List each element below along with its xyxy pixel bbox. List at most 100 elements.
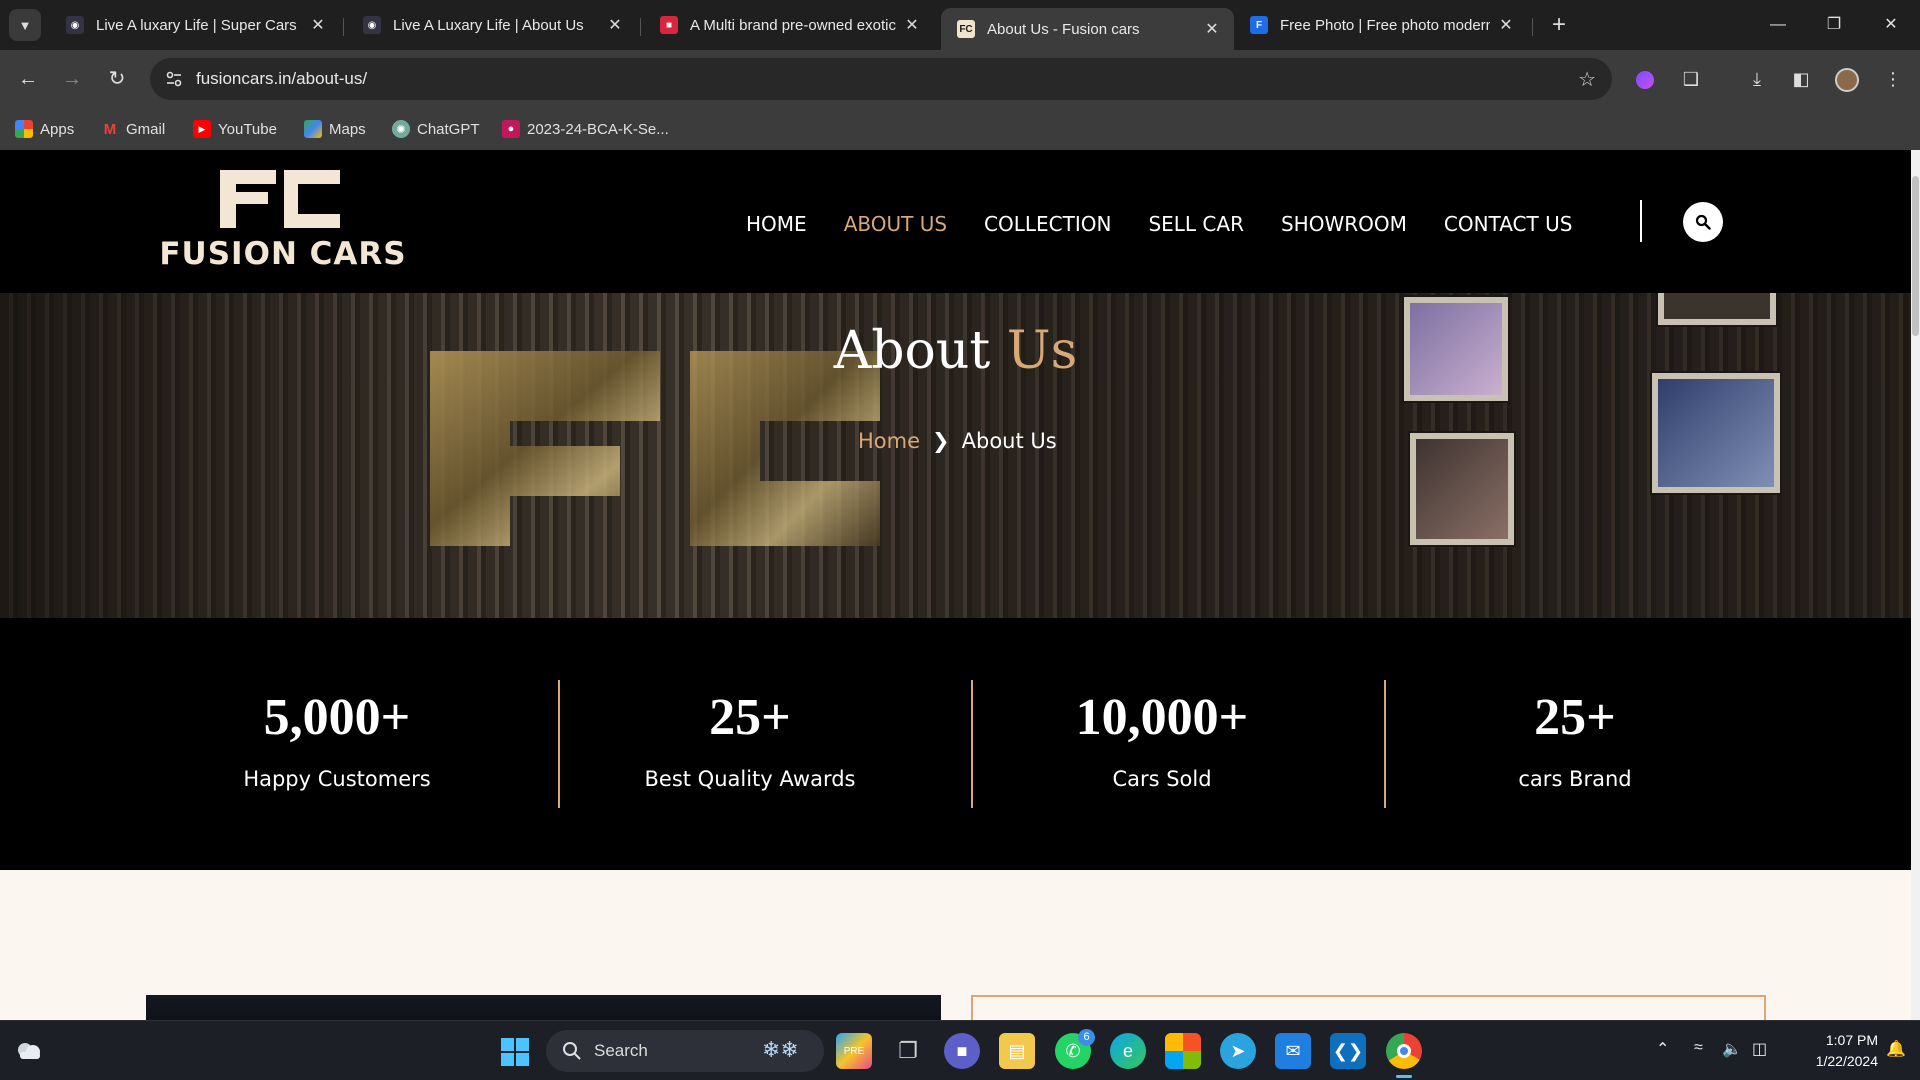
nav-sell-car[interactable]: SELL CAR	[1148, 212, 1244, 236]
bookmark-apps[interactable]: Apps	[15, 116, 74, 142]
browser-tab-bar: ▼ ◉ Live A luxary Life | Super Cars ✕ ◉ …	[0, 0, 1920, 50]
telegram-icon[interactable]: ➤	[1220, 1033, 1256, 1069]
battery-icon[interactable]: ◫	[1752, 1039, 1767, 1059]
nav-about-us[interactable]: ABOUT US	[844, 212, 947, 236]
address-bar[interactable]: fusioncars.in/about-us/ ☆	[150, 58, 1612, 100]
fc-icon: FC	[957, 20, 975, 38]
url-text: fusioncars.in/about-us/	[196, 69, 368, 88]
nav-contact-us[interactable]: CONTACT US	[1444, 212, 1573, 236]
restore-icon[interactable]: ❐	[1820, 12, 1848, 38]
main-navigation: HOME ABOUT US COLLECTION SELL CAR SHOWRO…	[746, 212, 1609, 236]
copilot-icon[interactable]: PRE	[836, 1033, 872, 1069]
tab-3[interactable]: ■ A Multi brand pre-owned exotic ✕	[644, 8, 934, 42]
search-highlight-icon: ❄❄	[762, 1037, 799, 1062]
weather-cloud-icon[interactable]	[14, 1038, 44, 1062]
back-icon[interactable]: ←	[14, 65, 42, 93]
bookmark-chatgpt[interactable]: ✺ ChatGPT	[392, 116, 480, 142]
search-icon	[563, 1042, 581, 1060]
stat-happy-customers: 5,000+ Happy Customers	[131, 680, 543, 808]
youtube-icon: ▶	[193, 120, 211, 138]
gmail-icon: M	[103, 120, 117, 138]
tab-1[interactable]: ◉ Live A luxary Life | Super Cars ✕	[50, 8, 340, 42]
wifi-icon[interactable]: ≈	[1694, 1039, 1703, 1057]
bookmark-label: Apps	[40, 120, 75, 138]
chrome-icon[interactable]	[1386, 1033, 1422, 1069]
whatsapp-icon[interactable]: ✆ 6	[1055, 1029, 1095, 1069]
nav-showroom[interactable]: SHOWROOM	[1281, 212, 1407, 236]
bookmark-label: ChatGPT	[417, 120, 480, 138]
nav-collection[interactable]: COLLECTION	[984, 212, 1111, 236]
car-icon: ■	[660, 16, 678, 34]
tab-title: Free Photo | Free photo modern	[1280, 16, 1490, 34]
tab-search-button[interactable]: ▼	[9, 9, 41, 41]
vscode-icon[interactable]: ❮❯	[1330, 1033, 1366, 1069]
chatgpt-icon: ✺	[392, 120, 410, 138]
scrollbar-thumb[interactable]	[1912, 176, 1919, 336]
close-icon[interactable]: ✕	[605, 15, 625, 35]
page-viewport: FUSION CARS HOME ABOUT US COLLECTION SEL…	[0, 150, 1920, 1020]
minimize-icon[interactable]: —	[1764, 12, 1792, 38]
notification-bell-icon[interactable]: 🔔	[1886, 1039, 1906, 1059]
page-title-accent: Us	[1006, 321, 1078, 381]
bookmark-label: 2023-24-BCA-K-Se...	[527, 120, 669, 138]
chevron-down-icon: ▼	[18, 17, 32, 33]
site-search-button[interactable]	[1683, 202, 1723, 242]
menu-kebab-icon[interactable]: ⋮	[1878, 64, 1908, 94]
chevron-up-icon[interactable]: ⌃	[1656, 1039, 1669, 1059]
windows-start-icon[interactable]	[500, 1037, 530, 1067]
file-explorer-icon[interactable]: ▤	[999, 1033, 1035, 1069]
close-icon[interactable]: ✕	[1202, 19, 1222, 39]
bookmark-maps[interactable]: Maps	[304, 116, 366, 142]
stat-value: 25+	[709, 689, 791, 746]
stat-value: 5,000+	[263, 689, 411, 746]
forward-icon[interactable]: →	[58, 65, 86, 93]
download-icon[interactable]: ⤓	[1742, 64, 1772, 94]
profile-avatar[interactable]	[1832, 64, 1862, 94]
tab-title: Live A luxary Life | Super Cars	[96, 16, 297, 34]
reload-icon[interactable]: ↻	[103, 65, 131, 93]
taskbar-search-box[interactable]: Search ❄❄	[546, 1030, 824, 1072]
close-icon[interactable]: ✕	[902, 15, 922, 35]
about-text-box	[971, 995, 1766, 1020]
side-panel-icon[interactable]: ◧	[1786, 64, 1816, 94]
site-logo[interactable]: FUSION CARS	[158, 168, 408, 272]
stat-label: cars Brand	[1518, 767, 1632, 791]
breadcrumb-home-link[interactable]: Home	[858, 429, 920, 453]
notification-badge: 6	[1078, 1029, 1095, 1046]
bookmark-youtube[interactable]: ▶ YouTube	[193, 116, 277, 142]
tab-5[interactable]: F Free Photo | Free photo modern ✕	[1234, 8, 1528, 42]
clock-date[interactable]: 1/22/2024	[1793, 1053, 1878, 1069]
microsoft-store-icon[interactable]	[1165, 1033, 1201, 1069]
breadcrumb-current: About Us	[961, 429, 1057, 453]
clock-time[interactable]: 1:07 PM	[1808, 1032, 1878, 1048]
close-icon[interactable]: ✕	[1496, 15, 1516, 35]
teams-chat-icon[interactable]: ■	[944, 1033, 980, 1069]
site-header: FUSION CARS HOME ABOUT US COLLECTION SEL…	[0, 150, 1911, 293]
site-info-icon[interactable]	[164, 69, 184, 89]
stats-section: 5,000+ Happy Customers 25+ Best Quality …	[0, 618, 1911, 870]
stat-label: Cars Sold	[1112, 767, 1212, 791]
close-window-icon[interactable]: ✕	[1877, 12, 1905, 38]
breadcrumb: Home ❯ About Us	[858, 429, 1057, 453]
extension-purple-icon[interactable]	[1630, 64, 1660, 94]
wall-photo-frame	[1410, 433, 1514, 545]
tab-2[interactable]: ◉ Live A Luxary Life | About Us ✕	[347, 8, 637, 42]
bookmark-classroom[interactable]: ● 2023-24-BCA-K-Se...	[502, 116, 669, 142]
bookmark-star-icon[interactable]: ☆	[1578, 67, 1596, 92]
nav-home[interactable]: HOME	[746, 212, 807, 236]
stat-awards: 25+ Best Quality Awards	[544, 680, 956, 808]
stat-label: Best Quality Awards	[644, 767, 856, 791]
bookmark-gmail[interactable]: M Gmail	[101, 116, 165, 142]
new-tab-button[interactable]: +	[1544, 10, 1574, 40]
tab-4-active[interactable]: FC About Us - Fusion cars ✕	[941, 8, 1234, 50]
task-view-icon[interactable]: ❐	[890, 1033, 926, 1069]
volume-icon[interactable]: 🔈	[1722, 1039, 1742, 1059]
globe-icon: ◉	[66, 16, 84, 34]
close-icon[interactable]: ✕	[308, 15, 328, 35]
stat-label: Happy Customers	[243, 767, 431, 791]
page-scrollbar[interactable]	[1911, 150, 1920, 1020]
mail-icon[interactable]: ✉	[1275, 1033, 1311, 1069]
extensions-puzzle-icon[interactable]: ❑	[1676, 64, 1706, 94]
hero-banner: About Us Home ❯ About Us	[0, 293, 1911, 618]
edge-icon[interactable]: e	[1110, 1033, 1146, 1069]
